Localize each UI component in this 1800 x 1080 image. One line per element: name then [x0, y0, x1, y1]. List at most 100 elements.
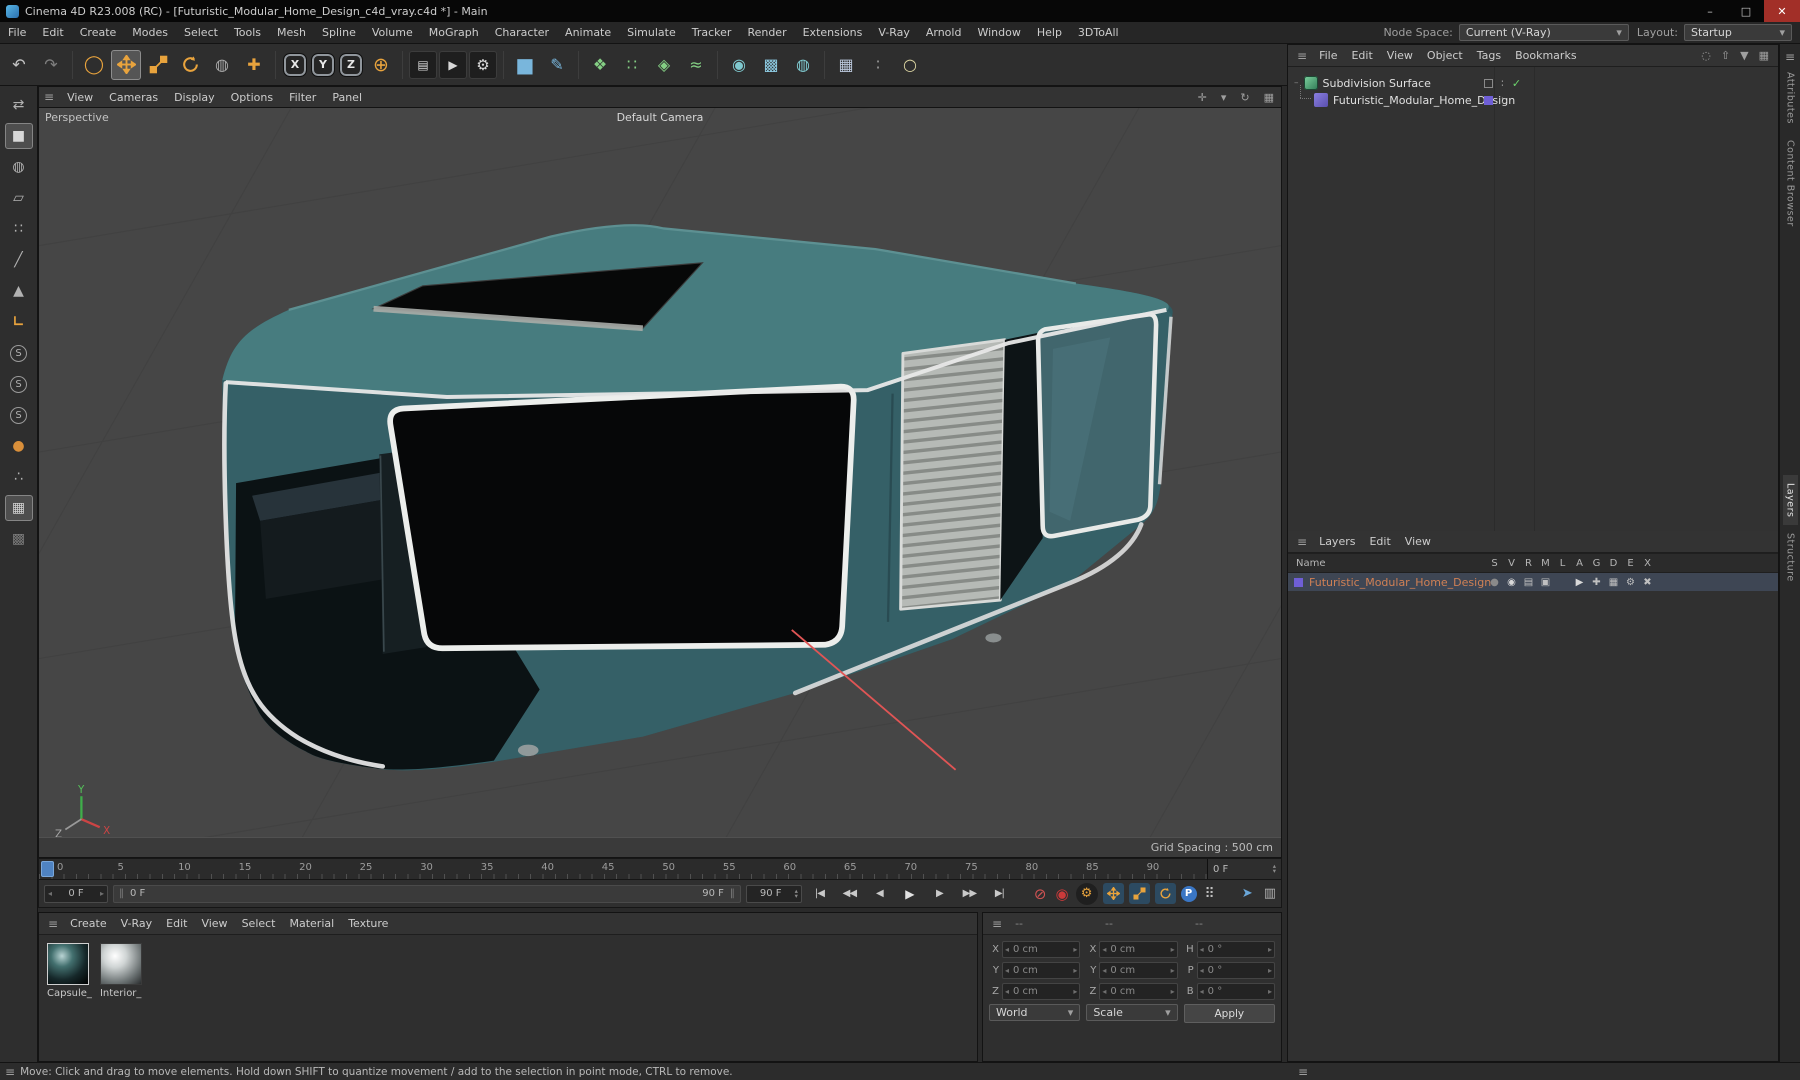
viewport-canvas[interactable]: Y X Z Perspective Default Camera Grid Sp… [38, 108, 1282, 858]
spin-left-icon[interactable]: ◂ [1200, 945, 1204, 954]
spin-down-icon[interactable]: ▾ [1273, 868, 1276, 875]
key-parameter-toggle[interactable]: P [1180, 885, 1197, 902]
keyframe-settings-icon[interactable]: ⚙ [1075, 882, 1098, 905]
layers-menu-layers[interactable]: Layers [1312, 535, 1362, 548]
spin-left-icon[interactable]: ◂ [1005, 945, 1009, 954]
key-scale-toggle[interactable] [1128, 883, 1150, 904]
tab-attributes[interactable]: Attributes [1783, 64, 1798, 132]
material-item-interior[interactable]: Interior_ [99, 943, 142, 999]
hamburger-icon[interactable]: ≡ [44, 90, 54, 104]
refresh-icon[interactable]: ↻ [1240, 91, 1249, 104]
workplane-mode-icon[interactable]: ▱ [5, 185, 33, 211]
deformers-toggle-icon[interactable]: ▦ [1605, 577, 1622, 588]
mograph-cloner-icon[interactable]: ❖ [585, 50, 615, 80]
range-grip-icon[interactable]: ‖ [730, 888, 735, 899]
y-axis-lock-button[interactable]: Y [311, 52, 335, 77]
layer-color-toggle[interactable] [1484, 79, 1493, 88]
live-selection-icon[interactable]: ◯ [79, 50, 109, 80]
hamburger-icon[interactable]: ≡ [1297, 535, 1307, 549]
quantize-grid-icon[interactable]: ▦ [4, 495, 33, 521]
menu-render[interactable]: Render [739, 26, 794, 39]
layers-menu-edit[interactable]: Edit [1362, 535, 1397, 548]
spin-right-icon[interactable]: ▸ [1171, 987, 1175, 996]
menu-file[interactable]: File [0, 26, 34, 39]
view-mode-icon[interactable]: ▦ [1759, 49, 1769, 62]
spin-left-icon[interactable]: ◂ [1200, 966, 1204, 975]
menu-select[interactable]: Select [176, 26, 226, 39]
spin-left-icon[interactable]: ◂ [1102, 945, 1106, 954]
size-z-field[interactable]: ◂ 0 cm ▸ [1099, 983, 1178, 1000]
mat-menu-vray[interactable]: V-Ray [114, 917, 160, 930]
timeline-layout-icon[interactable]: ▥ [1264, 886, 1276, 901]
om-menu-edit[interactable]: Edit [1344, 49, 1379, 62]
deformer-icon[interactable]: ◉ [724, 50, 754, 80]
expressions-toggle-icon[interactable]: ⚙ [1622, 577, 1639, 588]
prev-key-button[interactable]: ◀◀ [837, 884, 862, 904]
menu-window[interactable]: Window [969, 26, 1028, 39]
close-button[interactable]: ✕ [1764, 0, 1800, 22]
play-button[interactable]: ▶ [897, 884, 922, 904]
selection-filter-icon[interactable]: ➤ [1242, 886, 1253, 901]
simulate-icon[interactable]: ◍ [788, 50, 818, 80]
hamburger-icon[interactable]: ≡ [5, 1065, 15, 1079]
add-tool-icon[interactable]: ✚ [239, 50, 269, 80]
spin-right-icon[interactable]: ▸ [1073, 966, 1077, 975]
spinner-icon[interactable]: ▴ ▾ [795, 887, 798, 899]
om-menu-view[interactable]: View [1380, 49, 1420, 62]
mat-menu-select[interactable]: Select [235, 917, 283, 930]
spin-right-icon[interactable]: ▸ [1073, 987, 1077, 996]
menu-vray[interactable]: V-Ray [870, 26, 918, 39]
scale-tool-button[interactable] [143, 50, 173, 80]
mograph-fracture-icon[interactable]: ◈ [649, 50, 679, 80]
make-editable-icon[interactable]: ⇄ [5, 92, 33, 118]
spin-right-icon[interactable]: ▸ [1268, 987, 1272, 996]
spin-right-icon[interactable]: ▸ [1268, 966, 1272, 975]
spline-pen-icon[interactable]: ✎ [542, 50, 572, 80]
snap-toggle-icon[interactable]: ● [5, 433, 33, 459]
mograph-matrix-icon[interactable]: ∷ [617, 50, 647, 80]
position-x-field[interactable]: ◂ 0 cm ▸ [1002, 941, 1081, 958]
xref-toggle-icon[interactable]: ✖ [1639, 577, 1656, 588]
menu-volume[interactable]: Volume [364, 26, 421, 39]
mat-menu-material[interactable]: Material [283, 917, 342, 930]
material-thumbnail[interactable] [47, 943, 89, 985]
solo-off-icon[interactable]: S [5, 340, 33, 366]
om-menu-bookmarks[interactable]: Bookmarks [1508, 49, 1583, 62]
move-tool-button[interactable] [111, 49, 141, 80]
mat-menu-edit[interactable]: Edit [159, 917, 194, 930]
spinner-icon[interactable]: ▴ ▾ [1273, 863, 1276, 875]
solo-toggle-icon[interactable]: ● [1486, 577, 1503, 588]
end-frame-field[interactable]: 90 F ▴ ▾ [745, 884, 802, 903]
mat-menu-view[interactable]: View [194, 917, 234, 930]
snap-settings-icon[interactable]: ∴ [5, 464, 33, 490]
expander-icon[interactable]: – [1294, 78, 1299, 88]
generators-toggle-icon[interactable]: ✚ [1588, 577, 1605, 588]
menu-arnold[interactable]: Arnold [918, 26, 970, 39]
key-position-toggle[interactable] [1102, 883, 1124, 904]
next-key-button[interactable]: ▶▶ [957, 884, 982, 904]
hamburger-icon[interactable]: ≡ [48, 917, 58, 931]
view-label[interactable]: Perspective [45, 111, 109, 124]
menu-mograph[interactable]: MoGraph [421, 26, 487, 39]
object-row-subdivision-surface[interactable]: – Subdivision Surface [1294, 75, 1431, 91]
render-toggle-icon[interactable]: ▤ [1520, 577, 1537, 588]
spin-left-icon[interactable]: ◂ [1005, 987, 1009, 996]
hamburger-icon[interactable]: ≡ [992, 917, 1002, 931]
fields-icon[interactable]: ≈ [681, 50, 711, 80]
vp-menu-options[interactable]: Options [223, 91, 281, 104]
filter-icon[interactable]: ▼ [1740, 49, 1748, 62]
preview-range-slider[interactable]: ‖ 0 F 90 F ‖ [113, 884, 741, 903]
om-menu-tags[interactable]: Tags [1470, 49, 1508, 62]
rotation-p-field[interactable]: ◂ 0 ° ▸ [1196, 962, 1275, 979]
tab-layers[interactable]: Layers [1782, 474, 1798, 526]
vp-menu-display[interactable]: Display [166, 91, 223, 104]
spin-right-icon[interactable]: ▸ [1171, 945, 1175, 954]
menu-spline[interactable]: Spline [314, 26, 364, 39]
vp-menu-cameras[interactable]: Cameras [101, 91, 166, 104]
x-axis-lock-button[interactable]: X [283, 52, 307, 77]
edges-mode-icon[interactable]: ╱ [5, 247, 33, 273]
current-frame-field[interactable]: 0 F ▴ ▾ [1207, 859, 1281, 879]
render-view-icon[interactable]: ▤ [409, 50, 437, 79]
z-axis-lock-button[interactable]: Z [339, 52, 363, 77]
layout-dropdown[interactable]: Startup ▾ [1684, 24, 1792, 41]
